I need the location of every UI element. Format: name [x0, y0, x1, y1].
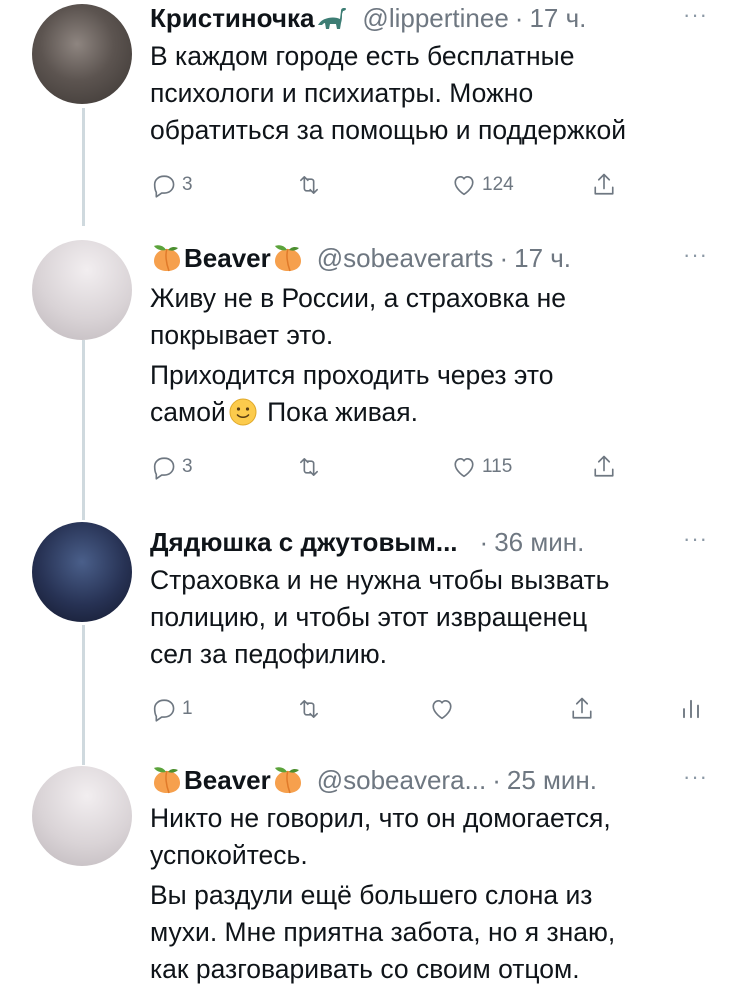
reply-button[interactable]: 3: [150, 450, 193, 484]
text-fragment: Пока живая.: [267, 397, 418, 427]
tweet-text: Никто не говорил, что он домогается, усп…: [150, 800, 730, 988]
timestamp[interactable]: 25 мин.: [507, 765, 597, 796]
text-line: сел за педофилию.: [150, 639, 387, 669]
text-line: Живу не в России, а страховка не: [150, 283, 567, 313]
like-button[interactable]: 115: [450, 450, 512, 484]
reply-count: 3: [182, 456, 193, 477]
text-line: покрывает это.: [150, 320, 334, 350]
like-icon: [450, 171, 478, 199]
like-icon: [428, 695, 456, 723]
retweet-icon: [295, 695, 323, 723]
retweet-icon: [295, 171, 323, 199]
avatar[interactable]: [32, 4, 132, 104]
text-line: обратиться за помощью и поддержкой: [150, 115, 627, 145]
text-line: полицию, и чтобы этот извращенец: [150, 602, 588, 632]
text-line: успокойтесь.: [150, 840, 308, 870]
separator-dot: ·: [514, 2, 524, 33]
handle[interactable]: @sobeavera...: [317, 765, 486, 796]
tweet-header: Beaver @sobeaverarts · 17 ч.: [150, 240, 571, 276]
tweet-header: Кристиночка @lippertinee · 17 ч.: [150, 0, 586, 36]
reply-icon: [150, 453, 178, 481]
text-line: В каждом городе есть бесплатные: [150, 41, 575, 71]
handle[interactable]: @sobeaverarts: [317, 243, 494, 274]
tweet-actions: 3 124: [150, 168, 720, 202]
display-name[interactable]: Beaver: [184, 243, 271, 274]
share-icon: [590, 453, 618, 481]
peach-emoji-icon: [271, 765, 305, 795]
like-button[interactable]: [428, 692, 456, 726]
timestamp[interactable]: 17 ч.: [514, 243, 571, 274]
text-fragment: самой: [150, 397, 226, 427]
timestamp[interactable]: 36 мин.: [494, 527, 584, 558]
analytics-button[interactable]: [677, 692, 705, 726]
reply-button[interactable]: 3: [150, 168, 193, 202]
share-button[interactable]: [568, 692, 596, 726]
more-options-icon[interactable]: ···: [683, 764, 708, 790]
timestamp[interactable]: 17 ч.: [529, 3, 586, 34]
retweet-button[interactable]: [295, 692, 323, 726]
reply-button[interactable]: 1: [150, 692, 193, 726]
text-line: мухи. Мне приятна забота, но я знаю,: [150, 917, 616, 947]
like-count: 115: [482, 456, 513, 477]
separator-dot: ·: [499, 242, 509, 273]
share-button[interactable]: [590, 168, 618, 202]
reply-count: 1: [182, 698, 193, 719]
reply-icon: [150, 171, 178, 199]
share-icon: [568, 695, 596, 723]
tweet-actions: 1: [150, 692, 720, 726]
like-icon: [450, 453, 478, 481]
display-name[interactable]: Beaver: [184, 765, 271, 796]
reply-icon: [150, 695, 178, 723]
reply-count: 3: [182, 174, 193, 195]
display-name[interactable]: Кристиночка: [150, 3, 314, 34]
peach-emoji-icon: [150, 243, 184, 273]
smile-emoji-icon: [228, 397, 258, 427]
more-options-icon[interactable]: ···: [683, 526, 708, 552]
text-line: Никто не говорил, что он домогается,: [150, 803, 611, 833]
retweet-icon: [295, 453, 323, 481]
avatar[interactable]: [32, 522, 132, 622]
text-line: психологи и психиатры. Можно: [150, 78, 534, 108]
tweet[interactable]: Beaver @sobeavera... · 25 мин. ··· Никто…: [0, 760, 750, 1008]
separator-dot: ·: [479, 526, 489, 557]
text-line: Вы раздули ещё большего слона из: [150, 880, 593, 910]
tweet-actions: 3 115: [150, 450, 720, 484]
peach-emoji-icon: [271, 243, 305, 273]
tweet-text: Живу не в России, а страховка не покрыва…: [150, 280, 730, 431]
handle[interactable]: @lippertinee: [362, 3, 508, 34]
tweet[interactable]: Дядюшка с джутовым... · 36 мин. ··· Стра…: [0, 520, 750, 732]
text-line: самой Пока живая.: [150, 394, 730, 431]
text-line: Страховка и не нужна чтобы вызвать: [150, 565, 610, 595]
more-options-icon[interactable]: ···: [683, 242, 708, 268]
peach-emoji-icon: [150, 765, 184, 795]
tweet-text: Страховка и не нужна чтобы вызвать полиц…: [150, 562, 730, 673]
like-count: 124: [482, 174, 514, 195]
retweet-button[interactable]: [295, 168, 323, 202]
tweet-header: Дядюшка с джутовым... · 36 мин.: [150, 524, 584, 560]
share-button[interactable]: [590, 450, 618, 484]
dinosaur-emoji-icon: [316, 5, 350, 31]
text-line: Приходится проходить через это: [150, 360, 554, 390]
tweet-header: Beaver @sobeavera... · 25 мин.: [150, 762, 597, 798]
retweet-button[interactable]: [295, 450, 323, 484]
avatar[interactable]: [32, 766, 132, 866]
like-button[interactable]: 124: [450, 168, 514, 202]
display-name[interactable]: Дядюшка с джутовым...: [150, 527, 458, 558]
share-icon: [590, 171, 618, 199]
more-options-icon[interactable]: ···: [683, 2, 708, 28]
text-line: как разговаривать со своим отцом.: [150, 954, 580, 984]
tweet[interactable]: Кристиночка @lippertinee · 17 ч. ··· В к…: [0, 0, 750, 210]
tweet[interactable]: Beaver @sobeaverarts · 17 ч. ··· Живу не…: [0, 232, 750, 492]
avatar[interactable]: [32, 240, 132, 340]
tweet-text: В каждом городе есть бесплатные психолог…: [150, 38, 730, 149]
analytics-icon: [677, 695, 705, 723]
separator-dot: ·: [492, 764, 501, 795]
